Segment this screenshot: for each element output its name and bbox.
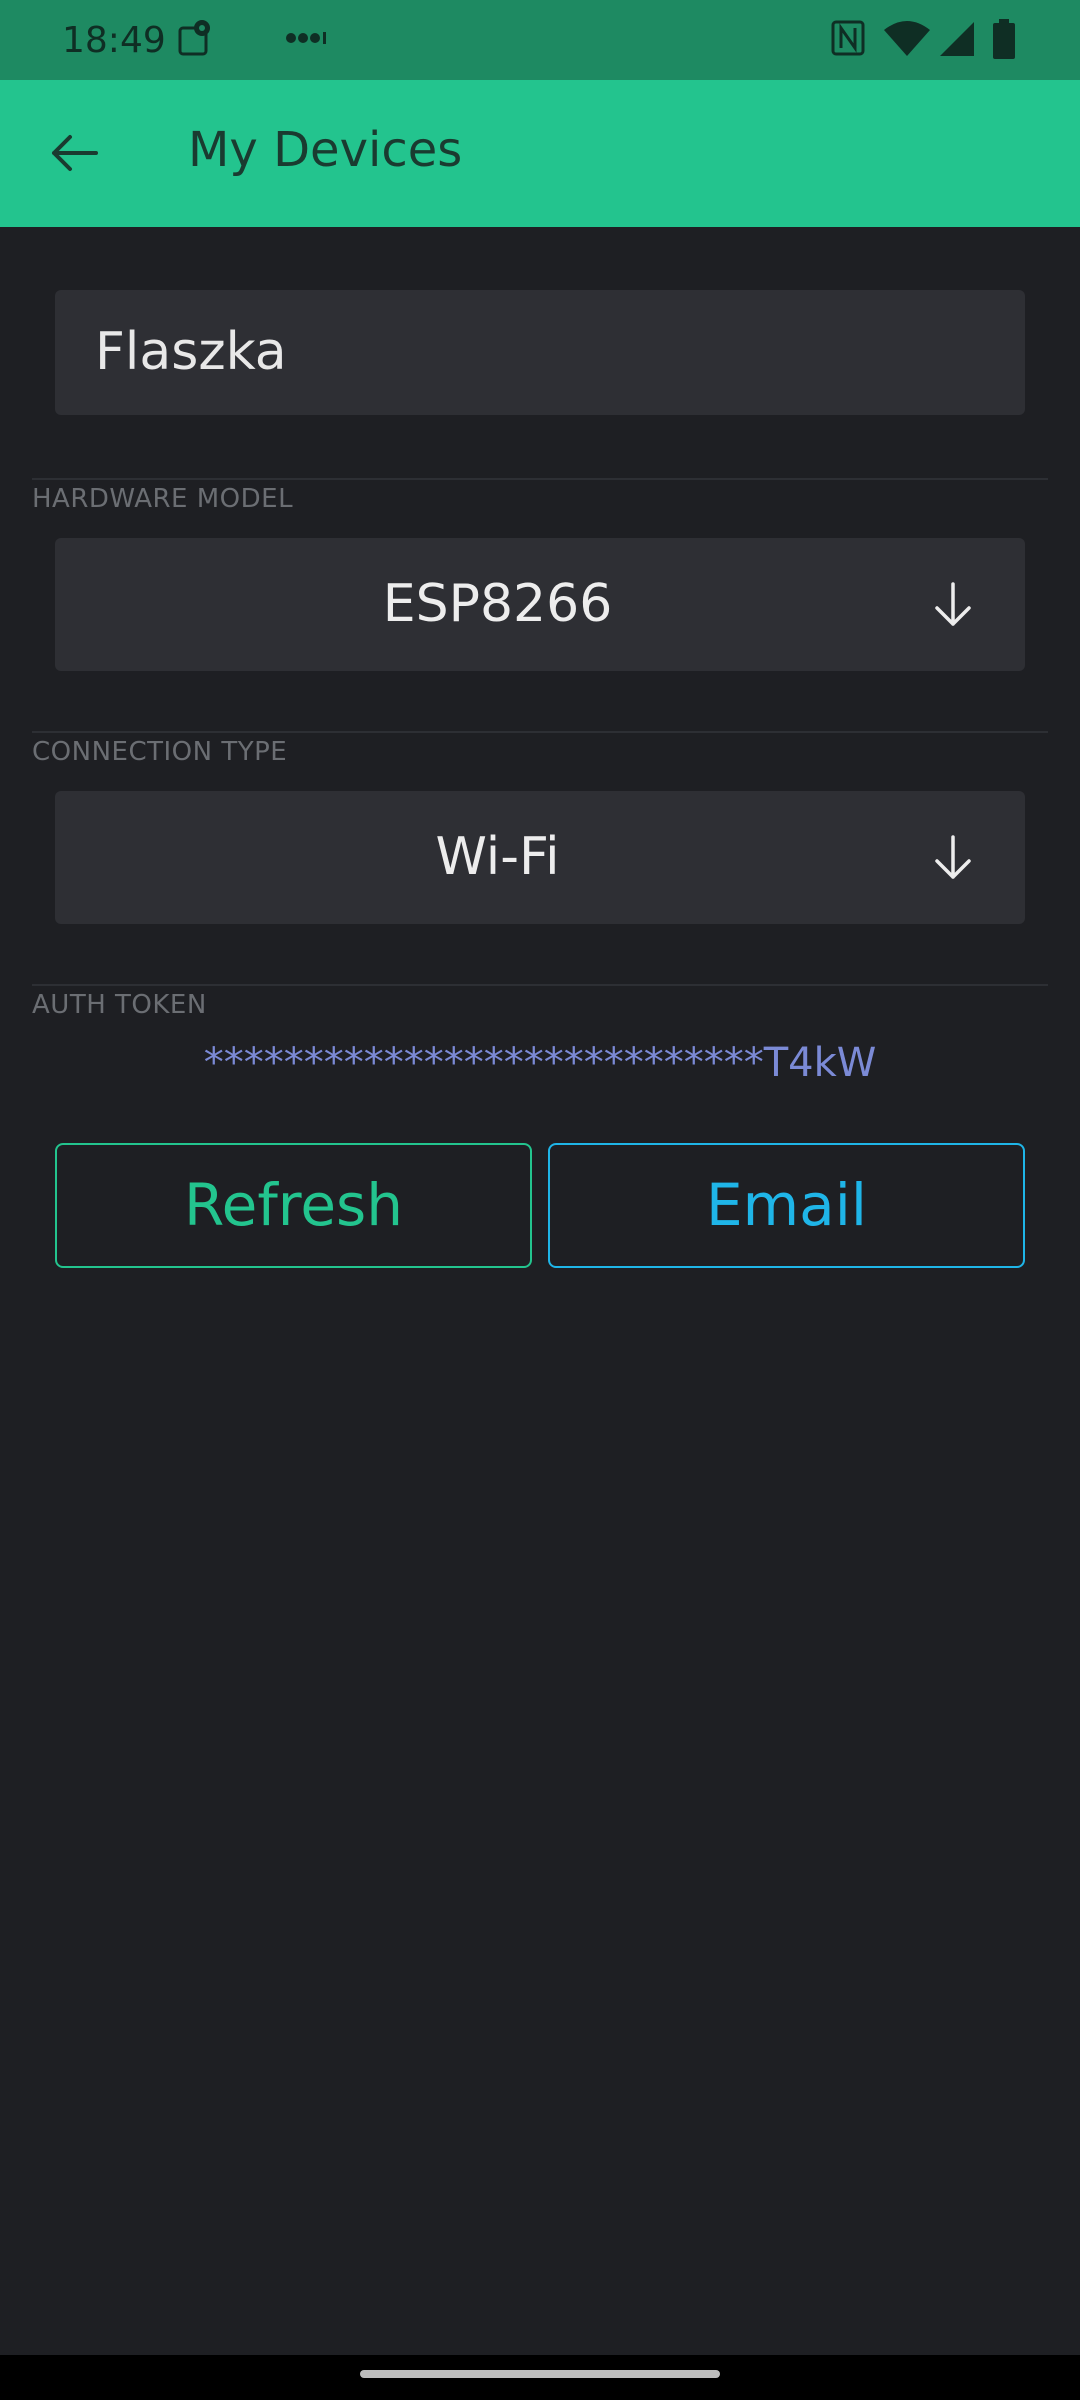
auth-token-value[interactable]: ****************************T4kW [0, 1040, 1080, 1086]
hardware-model-label: HARDWARE MODEL [32, 484, 294, 514]
divider [32, 478, 1048, 480]
divider [32, 984, 1048, 986]
status-time: 18:49 [62, 20, 166, 61]
email-button[interactable]: Email [548, 1143, 1025, 1268]
connection-type-dropdown[interactable]: Wi-Fi [55, 791, 1025, 924]
status-bar: 18:49 [0, 0, 1080, 80]
app-bar: My Devices [0, 80, 1080, 227]
wifi-icon [882, 18, 932, 62]
hardware-model-value: ESP8266 [382, 574, 613, 634]
page-title: My Devices [188, 122, 463, 178]
arrow-left-icon [52, 135, 98, 171]
signal-icon [938, 18, 976, 62]
device-name-field[interactable]: Flaszka [55, 290, 1025, 415]
refresh-button[interactable]: Refresh [55, 1143, 532, 1268]
nfc-icon [830, 18, 866, 62]
connection-type-label: CONNECTION TYPE [32, 737, 288, 767]
home-indicator[interactable] [360, 2370, 720, 2378]
hardware-model-dropdown[interactable]: ESP8266 [55, 538, 1025, 671]
arrow-down-icon [935, 835, 971, 879]
maps-notification-icon [178, 18, 214, 62]
divider [32, 731, 1048, 733]
more-dots-icon [285, 30, 327, 49]
back-button[interactable] [40, 118, 110, 188]
connection-type-value: Wi-Fi [435, 827, 560, 887]
auth-token-label: AUTH TOKEN [32, 990, 207, 1020]
battery-icon [990, 18, 1018, 64]
navigation-bar [0, 2355, 1080, 2400]
arrow-down-icon [935, 582, 971, 626]
